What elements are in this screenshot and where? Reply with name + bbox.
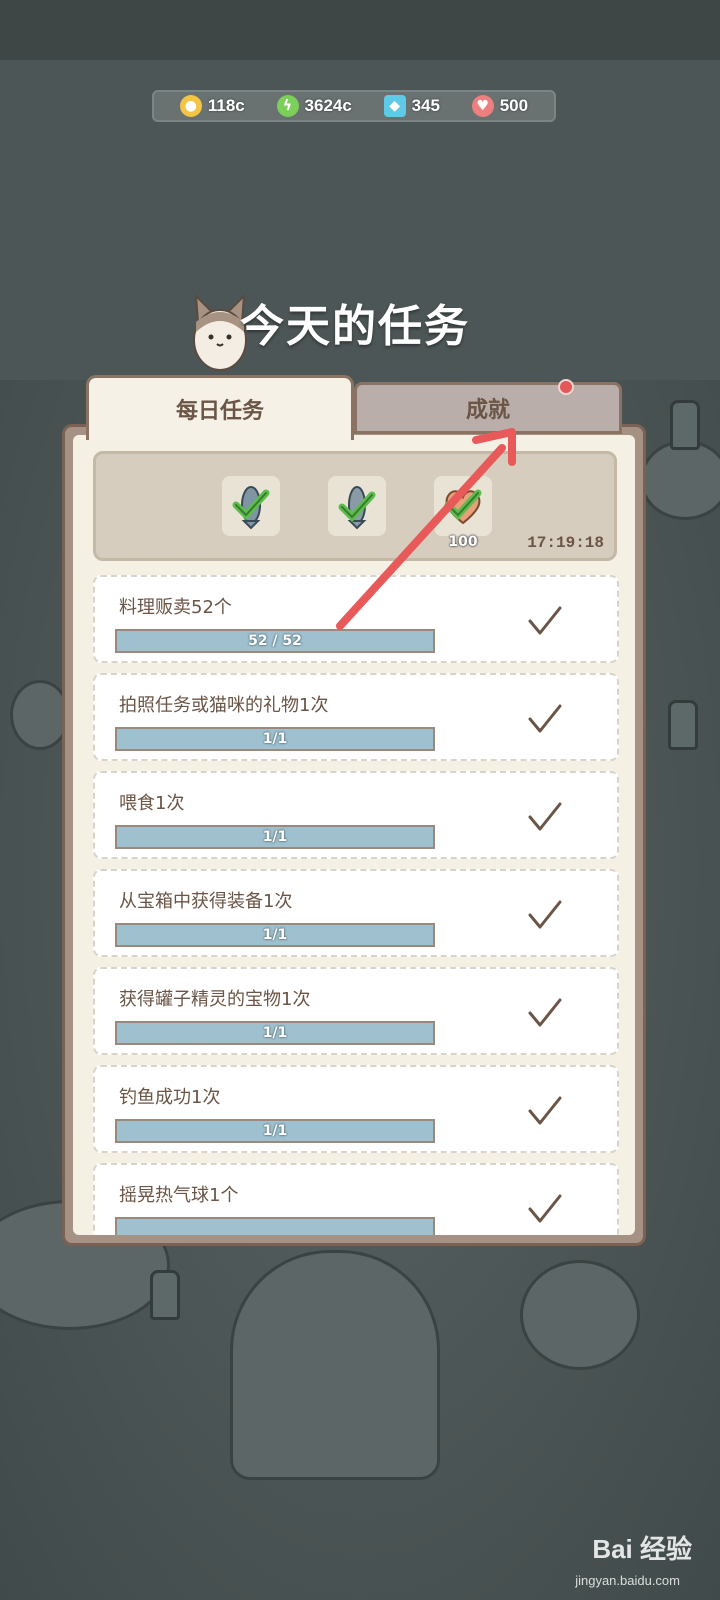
task-progress-text: 1/1 <box>262 927 288 943</box>
currency-value: 3624c <box>304 96 352 115</box>
checkmark-icon <box>528 900 562 929</box>
task-progress-text: 1/1 <box>262 829 288 845</box>
currency-gems[interactable]: ◆ 345 <box>383 95 440 117</box>
task-row[interactable]: 料理贩卖52个 52 / 52 <box>93 575 619 663</box>
task-row[interactable]: 钓鱼成功1次 1/1 <box>93 1065 619 1153</box>
checkmark-icon <box>528 998 562 1027</box>
reward-bar: 100 17:19:18 <box>93 451 617 561</box>
watermark-url: jingyan.baidu.com <box>575 1573 680 1588</box>
tasks-panel: 100 17:19:18 料理贩卖52个 52 / 52 拍照任务或猫咪的礼物1次 1… <box>62 424 646 1246</box>
checkmark-icon <box>528 1194 562 1223</box>
task-progress-bar: 52 / 52 <box>115 629 435 653</box>
rock-decoration <box>10 680 70 750</box>
task-progress-bar <box>115 1217 435 1235</box>
currency-value: 500 <box>499 96 529 115</box>
task-progress-bar: 1/1 <box>115 1119 435 1143</box>
tab-label: 成就 <box>465 398 510 423</box>
checkmark-icon <box>528 802 562 831</box>
task-progress-text: 1/1 <box>262 1025 288 1041</box>
task-progress-bar: 1/1 <box>115 727 435 751</box>
fish-reward-icon <box>232 486 270 530</box>
task-list: 料理贩卖52个 52 / 52 拍照任务或猫咪的礼物1次 1/1 喂食1次 1/1 从宝箱中… <box>93 575 619 1235</box>
tasks-panel-content: 100 17:19:18 料理贩卖52个 52 / 52 拍照任务或猫咪的礼物1次 1… <box>73 435 635 1235</box>
task-label: 从宝箱中获得装备1次 <box>119 891 293 912</box>
task-label: 钓鱼成功1次 <box>119 1087 221 1108</box>
task-progress-bar: 1/1 <box>115 1021 435 1045</box>
reset-timer: 17:19:18 <box>527 534 604 552</box>
task-row[interactable]: 摇晃热气球1个 <box>93 1163 619 1235</box>
task-progress-bar: 1/1 <box>115 923 435 947</box>
tab-label: 每日任务 <box>175 399 264 424</box>
rock-decoration <box>640 440 720 520</box>
currency-hearts[interactable]: ♥ 500 <box>471 95 529 117</box>
notification-dot <box>558 379 574 395</box>
lightning-icon: ϟ <box>276 95 299 117</box>
task-label: 料理贩卖52个 <box>119 597 232 618</box>
page-title: 今天的任务 <box>240 301 470 352</box>
checkmark-icon <box>528 606 562 635</box>
task-row[interactable]: 拍照任务或猫咪的礼物1次 1/1 <box>93 673 619 761</box>
currency-value: 345 <box>411 96 440 115</box>
task-row[interactable]: 喂食1次 1/1 <box>93 771 619 859</box>
reward-slot[interactable] <box>222 476 280 536</box>
task-row[interactable]: 从宝箱中获得装备1次 1/1 <box>93 869 619 957</box>
reward-count: 100 <box>448 534 478 550</box>
heart-icon: ♥ <box>471 95 494 117</box>
tab-daily-tasks[interactable]: 每日任务 <box>86 375 354 440</box>
task-progress-text: 1/1 <box>262 1123 288 1139</box>
heart-reward-icon <box>444 489 482 525</box>
reward-slot[interactable] <box>328 476 386 536</box>
currency-energy[interactable]: ϟ 3624c <box>276 95 352 117</box>
watermark-logo: Bai 经验 <box>592 1534 692 1564</box>
gem-icon: ◆ <box>383 95 406 117</box>
currency-bar: ● 118c ϟ 3624c ◆ 345 ♥ 500 <box>152 90 556 122</box>
task-label: 获得罐子精灵的宝物1次 <box>119 989 311 1010</box>
gate-decoration <box>230 1250 440 1480</box>
task-row[interactable]: 获得罐子精灵的宝物1次 1/1 <box>93 967 619 1055</box>
jar-decoration <box>520 1260 640 1370</box>
task-label: 喂食1次 <box>119 793 185 814</box>
sky-band <box>0 0 720 60</box>
tab-achievements[interactable]: 成就 <box>354 379 622 434</box>
lantern-decoration <box>150 1270 180 1320</box>
coin-icon: ● <box>179 95 202 117</box>
checkmark-icon <box>528 1096 562 1125</box>
currency-coins[interactable]: ● 118c <box>179 95 245 117</box>
task-label: 摇晃热气球1个 <box>119 1185 239 1206</box>
lantern-decoration <box>670 400 700 450</box>
lantern-decoration <box>668 700 698 750</box>
checkmark-icon <box>528 704 562 733</box>
task-progress-bar: 1/1 <box>115 825 435 849</box>
task-progress-text: 1/1 <box>262 731 288 747</box>
task-progress-text <box>117 1219 433 1235</box>
fish-reward-icon <box>338 486 376 530</box>
reward-slot[interactable]: 100 <box>434 476 492 550</box>
currency-value: 118c <box>207 96 245 115</box>
task-label: 拍照任务或猫咪的礼物1次 <box>119 695 329 716</box>
task-progress-text: 52 / 52 <box>248 633 302 649</box>
